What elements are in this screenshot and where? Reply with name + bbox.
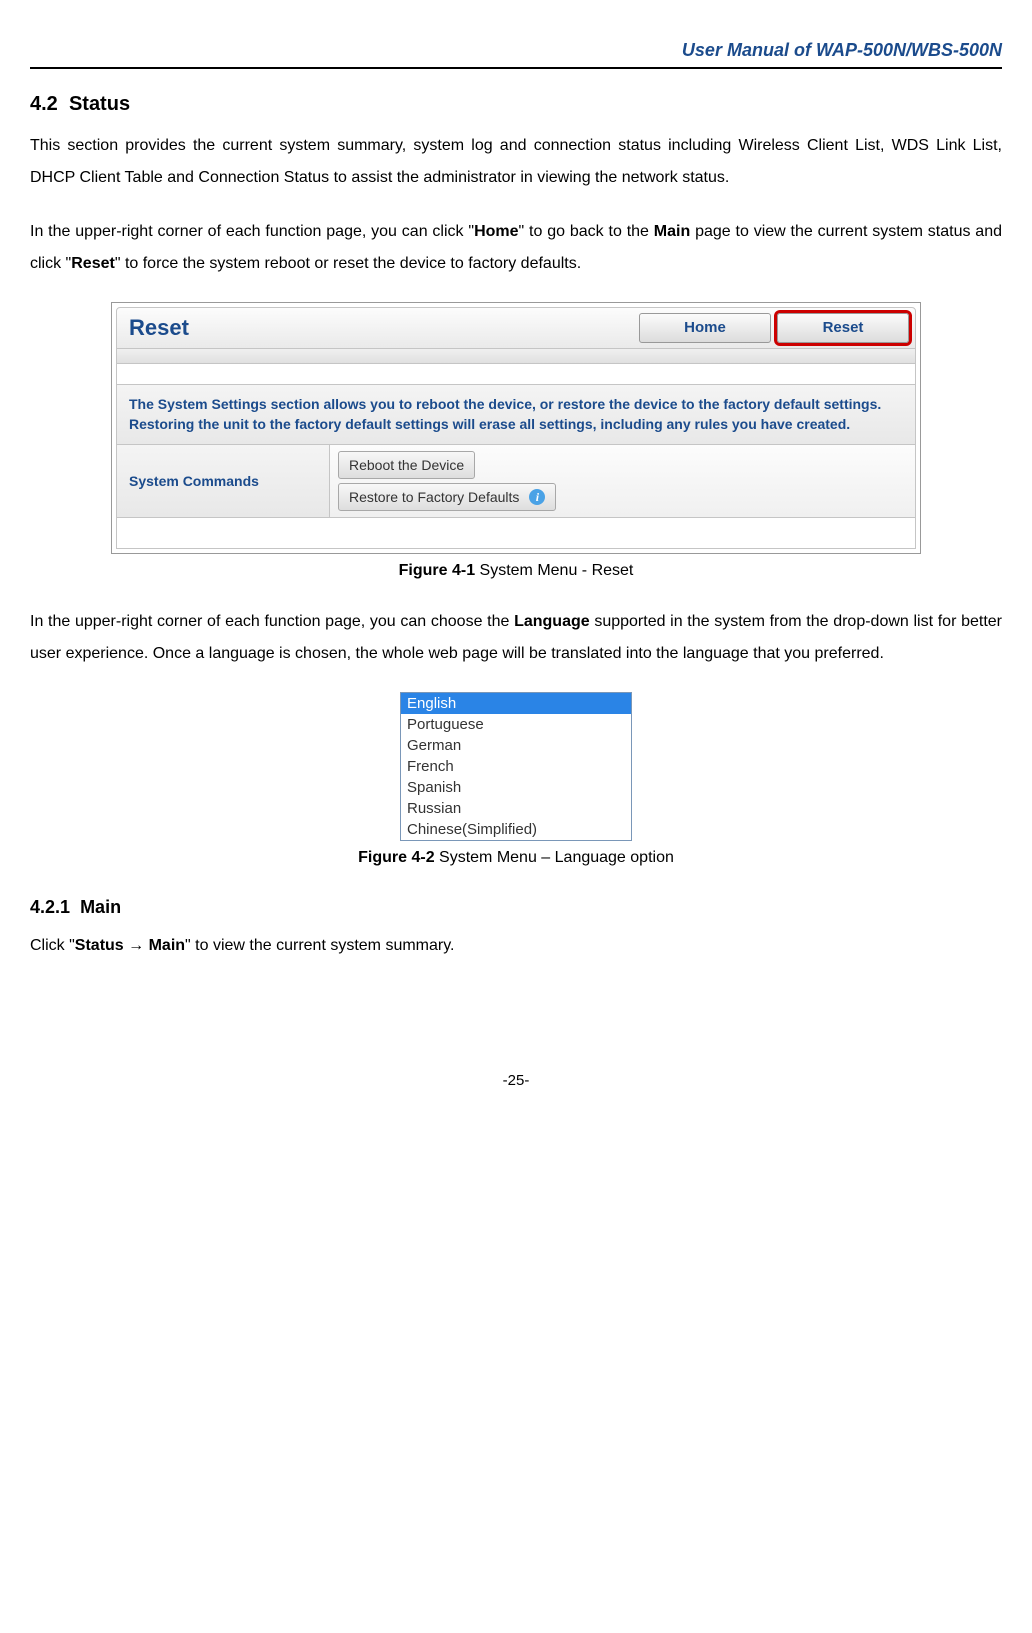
language-option-french[interactable]: French xyxy=(401,756,631,777)
system-commands-label: System Commands xyxy=(117,445,330,517)
panel-title: Reset xyxy=(117,315,639,341)
section-title: Status xyxy=(69,93,130,115)
figure-1-caption: Figure 4-1 System Menu - Reset xyxy=(30,562,1002,580)
panel-description: The System Settings section allows you t… xyxy=(116,385,916,445)
header-title: User Manual of WAP-500N/WBS-500N xyxy=(30,40,1002,61)
figure-2-language-dropdown[interactable]: English Portuguese German French Spanish… xyxy=(400,692,632,841)
panel-bottom-blank xyxy=(116,518,916,549)
panel-underbar xyxy=(116,349,916,364)
header-rule xyxy=(30,67,1002,69)
restore-factory-button[interactable]: Restore to Factory Defaults i xyxy=(338,483,556,511)
restore-factory-label: Restore to Factory Defaults xyxy=(349,489,519,505)
language-option-chinese[interactable]: Chinese(Simplified) xyxy=(401,819,631,840)
system-commands-buttons: Reboot the Device Restore to Factory Def… xyxy=(330,445,915,517)
subsection-title: Main xyxy=(80,897,121,917)
language-option-english[interactable]: English xyxy=(401,693,631,714)
panel-blank-row xyxy=(116,364,916,385)
language-option-portuguese[interactable]: Portuguese xyxy=(401,714,631,735)
figure-2-caption: Figure 4-2 System Menu – Language option xyxy=(30,849,1002,867)
reset-button[interactable]: Reset xyxy=(777,313,909,343)
page-number: -25- xyxy=(30,1072,1002,1089)
home-button[interactable]: Home xyxy=(639,313,771,343)
section-number: 4.2 xyxy=(30,93,58,115)
language-option-russian[interactable]: Russian xyxy=(401,798,631,819)
paragraph-3: In the upper-right corner of each functi… xyxy=(30,606,1002,670)
system-commands-row: System Commands Reboot the Device Restor… xyxy=(116,445,916,518)
subsection-heading: 4.2.1 Main xyxy=(30,897,1002,918)
paragraph-1: This section provides the current system… xyxy=(30,130,1002,194)
panel-header: Reset Home Reset xyxy=(116,307,916,349)
reboot-device-button[interactable]: Reboot the Device xyxy=(338,451,475,479)
paragraph-2: In the upper-right corner of each functi… xyxy=(30,216,1002,280)
info-icon[interactable]: i xyxy=(529,489,545,505)
paragraph-4: Click "Status → Main" to view the curren… xyxy=(30,930,1002,962)
language-option-spanish[interactable]: Spanish xyxy=(401,777,631,798)
language-option-german[interactable]: German xyxy=(401,735,631,756)
section-heading: 4.2 Status xyxy=(30,93,1002,116)
subsection-number: 4.2.1 xyxy=(30,897,70,917)
figure-1-reset-panel: Reset Home Reset The System Settings sec… xyxy=(111,302,921,554)
